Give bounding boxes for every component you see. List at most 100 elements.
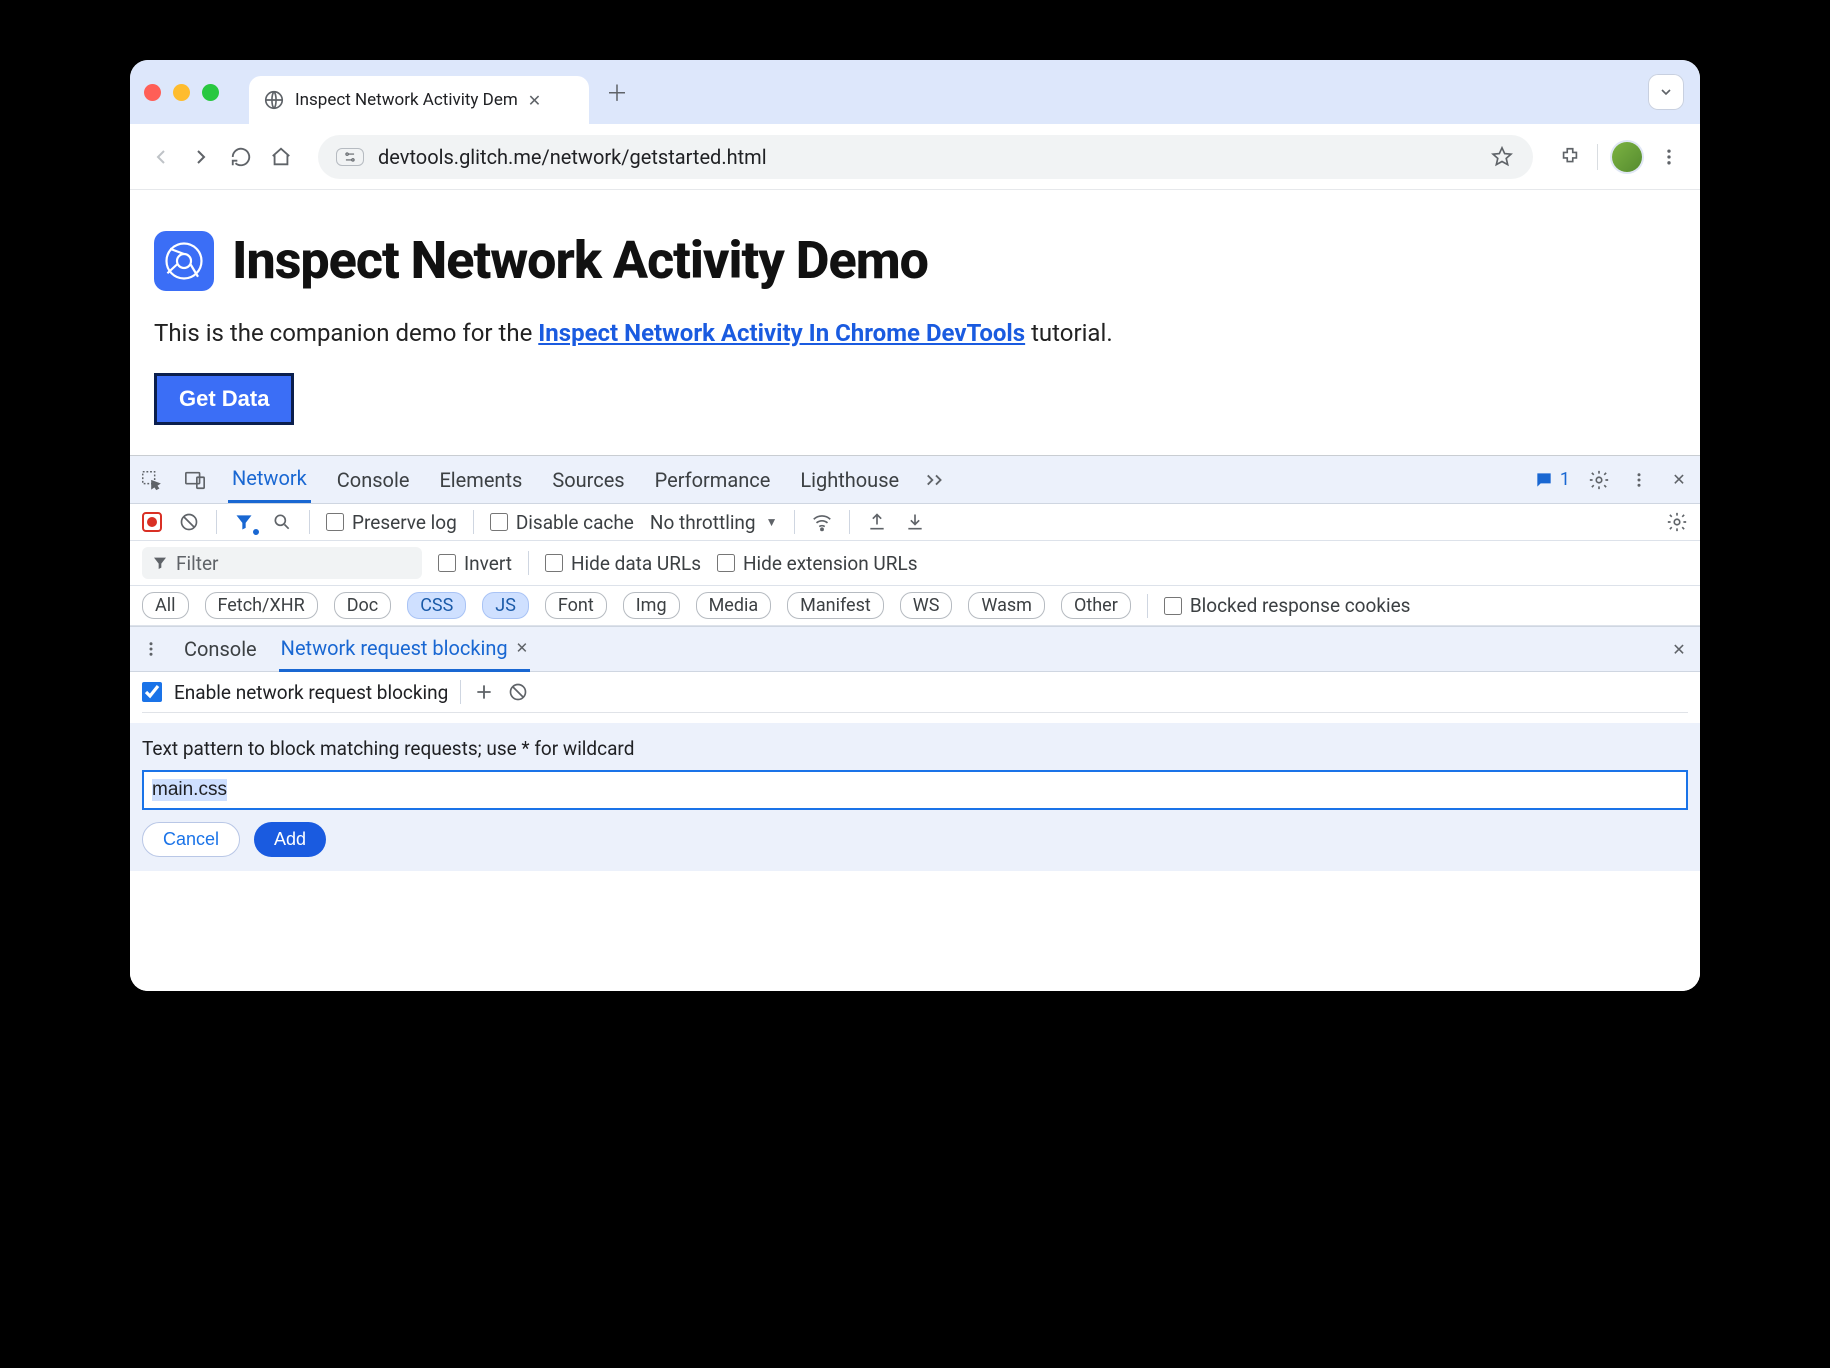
settings-gear-icon[interactable] (1588, 469, 1610, 491)
type-pill-other[interactable]: Other (1061, 592, 1131, 619)
throttling-select[interactable]: No throttling ▼ (650, 511, 778, 534)
site-info-icon[interactable] (336, 148, 364, 166)
tab-performance[interactable]: Performance (651, 458, 775, 502)
network-type-pills-row: All Fetch/XHR Doc CSS JS Font Img Media Manifest… (130, 586, 1700, 626)
divider (849, 510, 850, 534)
invert-checkbox[interactable]: Invert (438, 552, 512, 575)
drawer-tab-network-request-blocking[interactable]: Network request blocking ✕ (279, 627, 531, 672)
traffic-lights (144, 84, 219, 101)
devtools-panel: Network Console Elements Sources Perform… (130, 455, 1700, 991)
divider (1147, 594, 1148, 618)
filter-input[interactable]: Filter (142, 547, 422, 579)
browser-tab[interactable]: Inspect Network Activity Dem ✕ (249, 76, 589, 124)
cancel-button[interactable]: Cancel (142, 822, 240, 857)
add-pattern-icon[interactable] (473, 681, 495, 703)
record-button[interactable] (142, 512, 162, 532)
drawer-tabs: Console Network request blocking ✕ ✕ (130, 626, 1700, 672)
new-tab-button[interactable]: ＋ (599, 74, 635, 110)
page-description: This is the companion demo for the Inspe… (154, 319, 1676, 347)
tab-title: Inspect Network Activity Dem (295, 90, 518, 110)
blocked-response-cookies-checkbox[interactable]: Blocked response cookies (1164, 594, 1411, 617)
enable-blocking-row: Enable network request blocking (142, 680, 1688, 713)
toolbar-divider (1597, 144, 1598, 170)
kebab-menu-icon[interactable] (1628, 469, 1650, 491)
pattern-input[interactable] (142, 770, 1688, 810)
home-icon[interactable] (268, 144, 294, 170)
type-pill-font[interactable]: Font (545, 592, 607, 619)
star-icon[interactable] (1489, 144, 1515, 170)
hide-data-urls-checkbox[interactable]: Hide data URLs (545, 552, 701, 575)
divider (460, 680, 461, 704)
browser-toolbar: devtools.glitch.me/network/getstarted.ht… (130, 124, 1700, 190)
type-pill-js[interactable]: JS (482, 592, 529, 619)
address-bar[interactable]: devtools.glitch.me/network/getstarted.ht… (318, 135, 1533, 179)
page-title: Inspect Network Activity Demo (232, 230, 928, 291)
network-settings-gear-icon[interactable] (1666, 511, 1688, 533)
tab-lighthouse[interactable]: Lighthouse (796, 458, 903, 502)
drawer-tab-console[interactable]: Console (182, 628, 259, 670)
reload-icon[interactable] (228, 144, 254, 170)
desc-prefix: This is the companion demo for the (154, 319, 538, 347)
forward-icon[interactable] (188, 144, 214, 170)
tab-sources[interactable]: Sources (548, 458, 628, 502)
issues-count: 1 (1560, 469, 1570, 490)
funnel-icon (152, 555, 168, 571)
profile-avatar[interactable] (1612, 142, 1642, 172)
type-pill-ws[interactable]: WS (900, 592, 953, 619)
upload-har-icon[interactable] (866, 511, 888, 533)
hide-extension-urls-checkbox[interactable]: Hide extension URLs (717, 552, 918, 575)
window-minimize-button[interactable] (173, 84, 190, 101)
divider (794, 510, 795, 534)
tab-close-icon[interactable]: ✕ (528, 91, 541, 110)
menu-icon[interactable] (1656, 144, 1682, 170)
extensions-icon[interactable] (1557, 144, 1583, 170)
type-pill-wasm[interactable]: Wasm (968, 592, 1045, 619)
search-icon[interactable] (271, 511, 293, 533)
tab-network[interactable]: Network (228, 456, 311, 503)
more-tabs-icon[interactable] (925, 469, 947, 491)
device-toggle-icon[interactable] (184, 469, 206, 491)
clear-icon[interactable] (178, 511, 200, 533)
drawer-menu-icon[interactable] (140, 638, 162, 660)
window-maximize-button[interactable] (202, 84, 219, 101)
drawer-close-icon[interactable]: ✕ (1668, 638, 1690, 660)
type-pill-img[interactable]: Img (623, 592, 680, 619)
divider (216, 510, 217, 534)
browser-window: Inspect Network Activity Dem ✕ ＋ devtool… (130, 60, 1700, 991)
type-pill-all[interactable]: All (142, 592, 189, 619)
inspect-element-icon[interactable] (140, 469, 162, 491)
network-conditions-icon[interactable] (811, 511, 833, 533)
close-devtools-icon[interactable]: ✕ (1668, 469, 1690, 491)
url-text: devtools.glitch.me/network/getstarted.ht… (378, 145, 1475, 169)
pattern-hint: Text pattern to block matching requests;… (142, 737, 1688, 760)
tab-elements[interactable]: Elements (435, 458, 526, 502)
type-pill-css[interactable]: CSS (407, 592, 466, 619)
filter-icon[interactable] (233, 511, 255, 533)
pattern-panel: Text pattern to block matching requests;… (130, 723, 1700, 871)
globe-icon (263, 89, 285, 111)
chrome-logo-icon (154, 231, 214, 291)
enable-blocking-label: Enable network request blocking (174, 681, 448, 704)
enable-blocking-checkbox[interactable] (142, 682, 162, 702)
tab-strip: Inspect Network Activity Dem ✕ ＋ (130, 60, 1700, 124)
add-button[interactable]: Add (254, 822, 326, 857)
issues-badge[interactable]: 1 (1534, 469, 1570, 490)
get-data-button[interactable]: Get Data (154, 373, 294, 425)
type-pill-media[interactable]: Media (696, 592, 772, 619)
tutorial-link[interactable]: Inspect Network Activity In Chrome DevTo… (538, 319, 1025, 347)
type-pill-doc[interactable]: Doc (334, 592, 392, 619)
back-icon[interactable] (148, 144, 174, 170)
tab-console[interactable]: Console (333, 458, 414, 502)
window-close-button[interactable] (144, 84, 161, 101)
tabs-dropdown-button[interactable] (1648, 74, 1684, 110)
disable-cache-checkbox[interactable]: Disable cache (490, 511, 634, 534)
type-pill-fetch-xhr[interactable]: Fetch/XHR (205, 592, 318, 619)
drawer-tab-close-icon[interactable]: ✕ (516, 639, 529, 657)
preserve-log-checkbox[interactable]: Preserve log (326, 511, 457, 534)
download-har-icon[interactable] (904, 511, 926, 533)
filter-placeholder: Filter (176, 552, 218, 575)
type-pill-manifest[interactable]: Manifest (787, 592, 884, 619)
remove-all-patterns-icon[interactable] (507, 681, 529, 703)
drawer-empty-area (130, 871, 1700, 991)
drawer-body: Enable network request blocking (130, 672, 1700, 723)
